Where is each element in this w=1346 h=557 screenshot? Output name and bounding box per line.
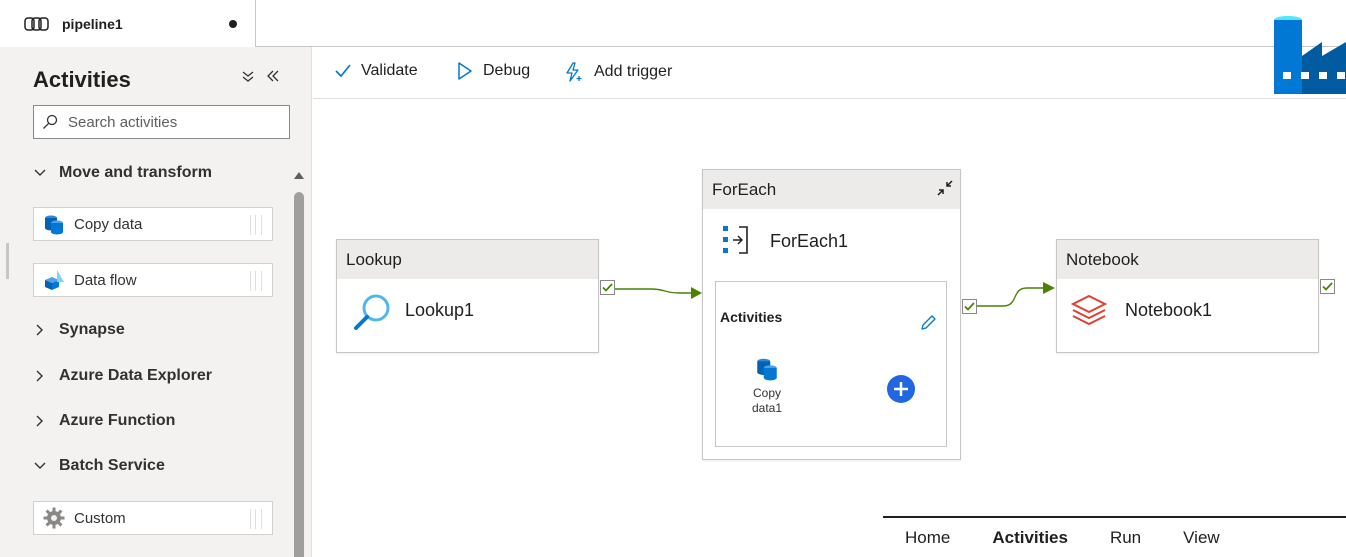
inner-copy-data-label: Copy data1 <box>751 386 783 415</box>
pane-scrollbar[interactable] <box>292 164 306 557</box>
lightning-icon <box>566 62 582 82</box>
copy-data-icon <box>45 215 63 235</box>
lookup-node-name: Lookup1 <box>405 300 475 320</box>
drag-handle-icon[interactable] <box>250 215 262 235</box>
category-move-and-transform[interactable]: Move and transform <box>33 164 212 182</box>
unsaved-changes-dot <box>229 20 237 28</box>
edit-pencil-icon[interactable] <box>919 314 937 332</box>
pane-resize-grip[interactable] <box>6 243 9 279</box>
category-label: Azure Function <box>59 412 176 429</box>
search-activities-input[interactable] <box>68 113 278 131</box>
lookup-node-type: Lookup <box>337 240 598 279</box>
chevron-down-icon <box>34 462 46 469</box>
category-label: Synapse <box>59 321 125 338</box>
pipeline-tab[interactable]: pipeline1 <box>0 0 256 47</box>
lookup-magnifier-icon <box>354 294 390 330</box>
copy-data-icon <box>757 358 777 381</box>
checkmark-icon <box>1322 282 1333 291</box>
category-azure-data-explorer[interactable]: Azure Data Explorer <box>33 367 212 385</box>
search-icon <box>43 114 58 129</box>
category-azure-function[interactable]: Azure Function <box>33 412 175 430</box>
pipeline-toolbar: Validate Debug Add trigger <box>313 47 1346 99</box>
lookup-success-output[interactable] <box>600 280 615 295</box>
document-tab-strip: pipeline1 <box>0 0 1346 47</box>
menu-activities[interactable]: Activities <box>992 528 1068 548</box>
drag-handle-icon[interactable] <box>250 271 262 291</box>
hide-pane-icon[interactable] <box>266 69 280 87</box>
checkmark-icon <box>964 302 975 311</box>
chevron-down-icon <box>34 169 46 176</box>
foreach-success-output[interactable] <box>962 299 977 314</box>
menu-run[interactable]: Run <box>1110 528 1141 548</box>
scroll-up-arrow-icon[interactable] <box>294 172 304 179</box>
checkmark-icon <box>335 64 351 78</box>
pipeline-icon <box>24 16 49 31</box>
activity-custom[interactable]: Custom <box>33 501 273 535</box>
collapse-arrows-icon[interactable] <box>935 178 955 198</box>
azure-data-factory-logo <box>1274 16 1346 94</box>
activity-label: Copy data <box>74 215 143 233</box>
notebook-node-type: Notebook <box>1057 240 1318 279</box>
category-label: Move and transform <box>59 164 212 181</box>
validate-label: Validate <box>361 62 418 79</box>
notebook-activity-node[interactable]: Notebook Notebook1 <box>1056 239 1319 353</box>
debug-label: Debug <box>483 62 531 79</box>
add-trigger-label: Add trigger <box>594 63 673 80</box>
ribbon-menu-bar: Home Activities Run View <box>883 516 1346 557</box>
collapse-all-icon[interactable] <box>242 69 254 87</box>
foreach-node-type: ForEach <box>703 170 960 209</box>
debug-button[interactable]: Debug <box>457 62 530 80</box>
foreach-activity-node[interactable]: ForEach ForEach1 Activities Copy data1 <box>702 169 961 460</box>
data-flow-icon <box>45 270 64 290</box>
chevron-right-icon <box>36 415 43 427</box>
add-activity-icon[interactable] <box>886 374 916 404</box>
category-label: Azure Data Explorer <box>59 367 212 384</box>
search-activities-box[interactable] <box>33 105 290 139</box>
activities-pane-title: Activities <box>33 67 131 92</box>
activity-label: Data flow <box>74 271 137 289</box>
category-batch-service[interactable]: Batch Service <box>33 457 165 475</box>
scrollbar-thumb[interactable] <box>294 192 304 557</box>
activity-label: Custom <box>74 509 126 527</box>
activities-pane: Activities Move and transform Copy data <box>0 47 312 557</box>
menu-home[interactable]: Home <box>905 528 950 548</box>
inner-activities-title: Activities <box>720 309 783 325</box>
drag-handle-icon[interactable] <box>250 509 262 529</box>
notebook-success-output[interactable] <box>1320 279 1335 294</box>
foreach-inner-activities-box[interactable]: Activities Copy data1 <box>715 281 947 447</box>
checkmark-icon <box>602 283 613 292</box>
activity-copy-data[interactable]: Copy data <box>33 207 273 241</box>
lookup-activity-node[interactable]: Lookup Lookup1 <box>336 239 599 353</box>
foreach-loop-icon <box>723 226 748 254</box>
gear-icon <box>43 507 65 529</box>
add-trigger-button[interactable]: Add trigger <box>564 62 672 82</box>
validate-button[interactable]: Validate <box>335 62 418 80</box>
category-label: Batch Service <box>59 457 165 474</box>
databricks-icon <box>1071 294 1107 326</box>
chevron-right-icon <box>36 370 43 382</box>
pipeline-canvas[interactable]: Lookup Lookup1 ForEach ForEach1 Activiti… <box>313 99 1346 557</box>
category-synapse[interactable]: Synapse <box>33 321 125 339</box>
menu-view[interactable]: View <box>1183 528 1220 548</box>
notebook-node-name: Notebook1 <box>1125 300 1213 320</box>
activity-data-flow[interactable]: Data flow <box>33 263 273 297</box>
chevron-right-icon <box>36 324 43 336</box>
play-icon <box>458 62 472 80</box>
pipeline-tab-title: pipeline1 <box>62 15 123 32</box>
foreach-node-name: ForEach1 <box>770 231 849 251</box>
